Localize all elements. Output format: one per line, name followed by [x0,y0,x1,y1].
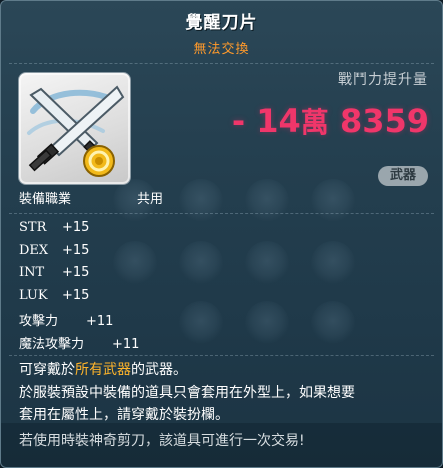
background-ghost-item [245,301,289,345]
stat-row-magic-attack: 魔法攻擊力 +11 [19,333,139,352]
combat-power-label: 戰鬥力提升量 [338,72,428,88]
stat-name: DEX [19,243,49,258]
stat-value: +15 [62,288,90,303]
description-line-1: 可穿戴於所有武器的武器。 [19,359,187,379]
divider [9,63,434,64]
description-line-2: 於服裝預設中裝備的道具只會套用在外型上，如果想要 [19,385,355,401]
stat-row-str: STR +15 [19,220,89,235]
stat-name: LUK [19,288,48,303]
background-ghost-item [311,179,355,223]
stat-value: +15 [62,243,90,258]
crossed-swords-coin-icon [27,85,125,177]
stat-row-dex: DEX +15 [19,243,89,258]
job-label: 裝備職業 [19,192,72,207]
stat-name: 攻擊力 [19,314,59,329]
combat-power-sign: - [231,102,246,140]
job-requirement-row: 裝備職業 共用 [19,188,163,207]
background-ghost-item [245,179,289,223]
stat-value: +11 [112,337,140,352]
background-ghost-item [245,241,289,285]
background-ghost-item [179,241,223,285]
combat-power-number-high: 14 [256,102,301,140]
stat-value: +11 [86,314,114,329]
description-line-3: 套用在屬性上，請穿戴於裝扮欄。 [19,407,229,423]
category-badge: 武器 [378,166,428,186]
description-text: 可穿戴於 [19,362,75,378]
stat-row-luk: LUK +15 [19,288,89,303]
combat-power-unit: 萬 [300,106,329,139]
stat-name: INT [19,265,45,280]
stat-row-int: INT +15 [19,265,89,280]
trade-status: 無法交換 [193,42,250,57]
combat-power-number-low: 8359 [339,102,429,140]
stat-value: +15 [62,265,90,280]
background-ghost-item [113,241,157,285]
stat-name: STR [19,220,47,235]
item-icon-frame [18,72,131,185]
item-name: 覺醒刀片 [185,13,258,33]
description-highlight: 所有武器 [75,362,131,378]
footer-note: 若使用時裝神奇剪刀，該道具可進行一次交易! [19,433,305,449]
divider [9,213,434,214]
description-text: 的武器。 [131,362,187,378]
background-ghost-item [179,179,223,223]
background-ghost-item [311,241,355,285]
combat-power-value: - 14萬 8359 [232,101,429,141]
item-tooltip: 覺醒刀片 無法交換 戰鬥力提升量 - 14萬 8359 武器 裝備職業 共用 S… [0,0,443,468]
stat-value: +15 [62,220,90,235]
background-ghost-item [179,301,223,345]
stat-name: 魔法攻擊力 [19,337,85,352]
background-ghost-item [311,301,355,345]
stat-row-attack: 攻擊力 +11 [19,310,113,329]
job-value: 共用 [137,192,164,207]
divider [9,355,434,356]
